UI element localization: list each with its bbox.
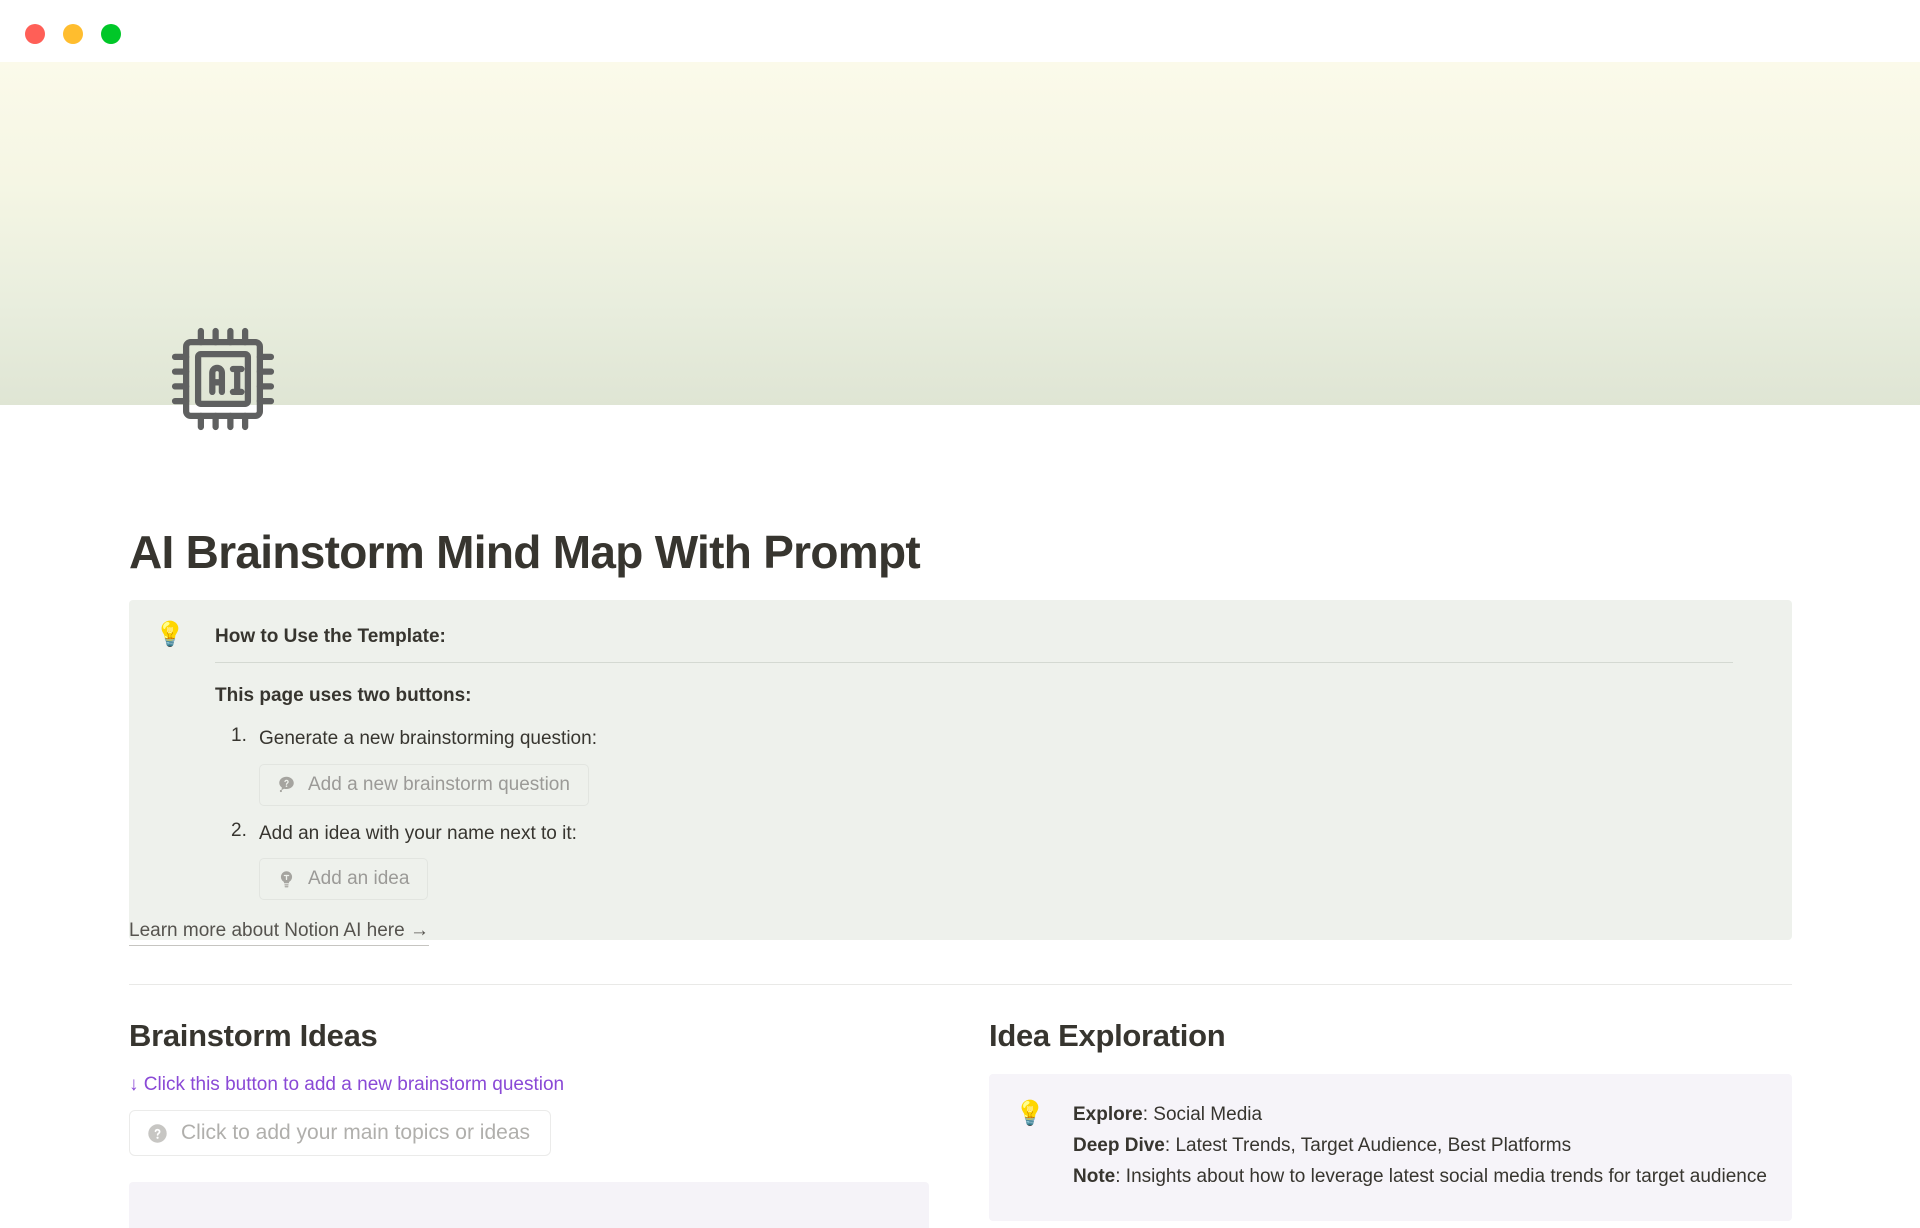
deep-dive-label: Deep Dive (1073, 1134, 1165, 1156)
note-label: Note (1073, 1165, 1116, 1187)
brainstorm-ideas-column: Brainstorm Ideas ↓ Click this button to … (129, 1018, 989, 1228)
how-to-use-callout: 💡 How to Use the Template: This page use… (129, 600, 1792, 941)
explore-line: Explore: Social Media (1073, 1100, 1766, 1131)
lightbulb-emoji-icon: 💡 (1015, 1100, 1045, 1127)
list-item: Generate a new brainstorming question: A… (215, 725, 1764, 806)
page-title: AI Brainstorm Mind Map With Prompt (129, 526, 921, 578)
colon: : (1142, 1104, 1154, 1125)
traffic-lights (25, 24, 121, 44)
callout-body: How to Use the Template: This page uses … (215, 622, 1764, 901)
how-to-steps-list: Generate a new brainstorming question: A… (215, 725, 1764, 901)
minimize-window-button[interactable] (63, 24, 83, 44)
colon: : (1115, 1165, 1126, 1187)
idea-exploration-callout-body: Explore: Social Media Deep Dive: Latest … (1073, 1100, 1767, 1193)
window-titlebar (0, 0, 1920, 62)
section-divider (129, 984, 1792, 985)
page-cover-image (0, 62, 1920, 405)
colon: : (1164, 1134, 1176, 1156)
question-bubble-icon (276, 774, 297, 795)
two-column-layout: Brainstorm Ideas ↓ Click this button to … (129, 1018, 1792, 1228)
step-text: Add an idea with your name next to it: (259, 822, 577, 844)
deep-dive-line: Deep Dive: Latest Trends, Target Audienc… (1073, 1131, 1766, 1162)
lightbulb-icon (276, 869, 297, 890)
list-item: Add an idea with your name next to it: A… (215, 820, 1764, 901)
ai-chip-icon[interactable] (164, 320, 282, 438)
lightbulb-emoji-icon: 💡 (155, 621, 185, 648)
add-idea-button[interactable]: Add an idea (259, 858, 429, 901)
brainstorm-ideas-heading: Brainstorm Ideas (129, 1018, 378, 1053)
close-window-button[interactable] (25, 24, 45, 44)
brainstorm-results-placeholder (129, 1182, 929, 1228)
step-text: Generate a new brainstorming question: (259, 728, 597, 749)
idea-exploration-callout: 💡 Explore: Social Media Deep Dive: Lates… (989, 1074, 1792, 1221)
callout-subheading: This page uses two buttons: (215, 685, 472, 706)
note-line: Note: Insights about how to leverage lat… (1073, 1162, 1767, 1193)
deep-dive-value: Latest Trends, Target Audience, Best Pla… (1175, 1134, 1572, 1156)
button-label: Add an idea (308, 868, 410, 890)
question-circle-icon (146, 1122, 169, 1145)
brainstorm-hint-text: ↓ Click this button to add a new brainst… (129, 1074, 565, 1095)
maximize-window-button[interactable] (101, 24, 121, 44)
add-main-topics-button[interactable]: Click to add your main topics or ideas (129, 1110, 551, 1156)
button-label: Add a new brainstorm question (308, 773, 570, 795)
callout-heading: How to Use the Template: (215, 626, 446, 647)
callout-divider (215, 662, 1733, 663)
explore-value: Social Media (1153, 1104, 1263, 1125)
note-value: Insights about how to leverage latest so… (1125, 1165, 1767, 1187)
button-label: Click to add your main topics or ideas (181, 1121, 530, 1144)
idea-exploration-column: Idea Exploration 💡 Explore: Social Media… (989, 1018, 1792, 1228)
explore-label: Explore (1073, 1104, 1143, 1125)
add-brainstorm-question-button[interactable]: Add a new brainstorm question (259, 763, 589, 806)
learn-more-notion-ai-link[interactable]: Learn more about Notion AI here → (129, 920, 429, 946)
idea-exploration-heading: Idea Exploration (989, 1018, 1226, 1053)
